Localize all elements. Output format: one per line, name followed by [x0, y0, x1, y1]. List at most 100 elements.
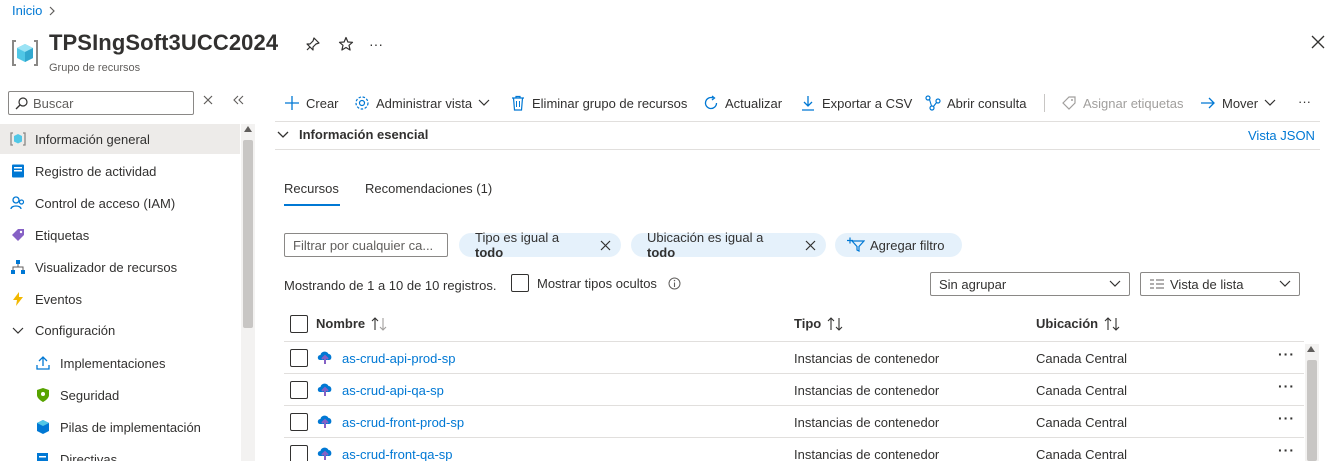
row-more-button[interactable]: ··· [1278, 378, 1295, 394]
tab-active-indicator [284, 204, 340, 206]
sort-icon [371, 316, 389, 331]
view-mode-dropdown[interactable]: Vista de lista [1140, 272, 1300, 296]
collapse-sidebar-icon[interactable] [233, 95, 245, 105]
list-view-icon [1149, 278, 1165, 290]
row-more-button[interactable]: ··· [1278, 346, 1295, 362]
sidebar-search[interactable] [8, 91, 194, 115]
add-filter-label: Agregar filtro [870, 237, 945, 253]
refresh-button[interactable]: Actualizar [703, 92, 782, 114]
sidebar-item-events[interactable]: Eventos [0, 284, 240, 314]
column-header-name[interactable]: Nombre [316, 316, 389, 331]
filter-pill-type[interactable]: Tipo es igual a todo [459, 230, 621, 260]
records-count: Mostrando de 1 a 10 de 10 registros. [284, 278, 497, 293]
sidebar-item-label: Registro de actividad [35, 163, 157, 179]
row-checkbox[interactable] [290, 445, 308, 461]
filter-input[interactable] [284, 233, 448, 257]
group-by-value: Sin agrupar [939, 276, 1007, 292]
tab-resources[interactable]: Recursos [284, 181, 339, 196]
chevron-down-icon [478, 99, 490, 107]
query-icon [925, 95, 941, 111]
manage-view-label: Administrar vista [376, 95, 473, 111]
move-label: Mover [1222, 95, 1259, 111]
sidebar-item-label: Implementaciones [60, 355, 166, 371]
move-button[interactable]: Mover [1200, 92, 1276, 114]
resource-type: Instancias de contenedor [794, 447, 940, 461]
table-divider [284, 373, 1304, 374]
manage-view-button[interactable]: Administrar vista [354, 92, 490, 114]
sidebar-item-label: Visualizador de recursos [35, 259, 178, 275]
sidebar-item-deployments[interactable]: Implementaciones [0, 348, 240, 378]
arrow-right-icon [1200, 95, 1216, 111]
essentials-toggle[interactable]: Información esencial [277, 127, 428, 142]
sidebar-item-resource-visualizer[interactable]: Visualizador de recursos [0, 252, 240, 282]
select-all-checkbox[interactable] [290, 315, 308, 333]
table-scrollbar-thumb[interactable] [1307, 360, 1317, 461]
sidebar-item-policies[interactable]: Directivas [0, 444, 240, 461]
chevron-down-icon [10, 322, 26, 338]
row-checkbox[interactable] [290, 349, 308, 367]
add-filter-button[interactable]: Agregar filtro [835, 233, 963, 257]
scroll-up-icon[interactable] [244, 126, 252, 132]
row-checkbox[interactable] [290, 381, 308, 399]
table-divider [284, 341, 1304, 342]
resource-name-link[interactable]: as-crud-front-prod-sp [342, 415, 464, 430]
open-query-button[interactable]: Abrir consulta [925, 92, 1026, 114]
resource-name-link[interactable]: as-crud-front-qa-sp [342, 447, 453, 461]
sidebar-item-label: Información general [35, 131, 150, 147]
scroll-up-icon[interactable] [1307, 346, 1315, 352]
close-icon[interactable] [1311, 35, 1325, 49]
search-input[interactable] [33, 95, 183, 111]
export-csv-button[interactable]: Exportar a CSV [800, 92, 912, 114]
show-hidden-types-label[interactable]: Mostrar tipos ocultos [537, 276, 657, 291]
json-view-link[interactable]: Vista JSON [1248, 128, 1315, 143]
breadcrumb-home-link[interactable]: Inicio [12, 3, 42, 18]
show-hidden-types-checkbox[interactable] [511, 274, 529, 292]
clear-search-icon[interactable] [203, 95, 213, 105]
delete-resource-group-button[interactable]: Eliminar grupo de recursos [510, 92, 687, 114]
row-checkbox[interactable] [290, 413, 308, 431]
table-divider [284, 437, 1304, 438]
chevron-down-icon [277, 131, 289, 139]
pin-icon[interactable] [305, 36, 321, 52]
assign-tags-button[interactable]: Asignar etiquetas [1061, 92, 1183, 114]
divider [275, 121, 1320, 122]
chevron-down-icon [1109, 280, 1121, 288]
filter-pill-location[interactable]: Ubicación es igual a todo [631, 230, 826, 260]
info-icon[interactable] [668, 277, 681, 290]
plus-icon [284, 95, 300, 111]
group-by-dropdown[interactable]: Sin agrupar [930, 272, 1130, 296]
toolbar-divider [1044, 94, 1045, 112]
resource-group-icon [10, 38, 40, 68]
more-options-button[interactable]: ··· [369, 36, 383, 52]
sidebar-item-label: Directivas [60, 451, 118, 461]
sidebar-item-activity-log[interactable]: Registro de actividad [0, 156, 240, 186]
divider [275, 149, 1320, 150]
refresh-label: Actualizar [725, 95, 783, 111]
sidebar-scrollbar-thumb[interactable] [243, 140, 253, 328]
create-button[interactable]: Crear [284, 92, 339, 114]
resource-location: Canada Central [1036, 447, 1128, 461]
column-header-location[interactable]: Ubicación [1036, 316, 1122, 331]
breadcrumb: Inicio [12, 3, 56, 18]
resource-name-link[interactable]: as-crud-api-prod-sp [342, 351, 455, 366]
resource-name-link[interactable]: as-crud-api-qa-sp [342, 383, 444, 398]
star-icon[interactable] [338, 36, 354, 52]
close-icon[interactable] [805, 240, 816, 251]
sidebar-item-security[interactable]: Seguridad [0, 380, 240, 410]
column-header-type[interactable]: Tipo [794, 316, 845, 331]
sidebar-item-overview[interactable]: Información general [0, 124, 240, 154]
sidebar-item-tags[interactable]: Etiquetas [0, 220, 240, 250]
cube-stack-icon [35, 419, 51, 435]
chevron-down-icon [1264, 99, 1276, 107]
toolbar-more-button[interactable]: ··· [1298, 90, 1311, 112]
filter-pill-label: Ubicación es igual a todo [647, 230, 764, 260]
sidebar-item-settings[interactable]: Configuración [0, 315, 240, 345]
sidebar-item-iam[interactable]: Control de acceso (IAM) [0, 188, 240, 218]
row-more-button[interactable]: ··· [1278, 410, 1295, 426]
resource-location: Canada Central [1036, 415, 1128, 430]
upload-icon [35, 355, 51, 371]
close-icon[interactable] [600, 240, 611, 251]
tab-recommendations[interactable]: Recomendaciones (1) [365, 181, 492, 196]
sidebar-item-deployment-stacks[interactable]: Pilas de implementación [0, 412, 240, 442]
row-more-button[interactable]: ··· [1278, 442, 1295, 458]
